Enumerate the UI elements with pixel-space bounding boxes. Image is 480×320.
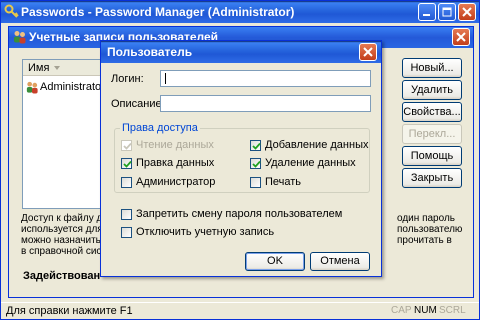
main-close-button[interactable] (458, 3, 476, 21)
add-data-checkbox[interactable]: Добавление данных (250, 139, 368, 151)
checkbox-box (121, 139, 132, 151)
info-right: один пароль пользователю прочитать в (397, 213, 462, 246)
administrator-checkbox[interactable]: Администратор (121, 176, 215, 188)
description-label: Описание: (111, 98, 165, 110)
checkmark-icon (252, 160, 261, 168)
close-icon (456, 32, 466, 42)
info-line: прочитать в (397, 235, 452, 246)
users-icon (26, 81, 38, 94)
checkmark-icon (252, 142, 261, 150)
checkbox-box (121, 226, 132, 238)
cap-indicator: CAP (391, 305, 412, 316)
list-item[interactable]: Administrator (25, 80, 105, 94)
add-data-label: Добавление данных (265, 139, 369, 151)
disable-account-label: Отключить учетную запись (136, 226, 275, 238)
num-indicator: NUM (414, 305, 437, 316)
checkbox-box (250, 157, 261, 169)
info-line: один пароль (397, 213, 455, 224)
minimize-button[interactable] (418, 3, 436, 21)
info-line: пользователю (397, 224, 463, 235)
column-name-label: Имя (28, 62, 50, 74)
list-column-header[interactable]: Имя (23, 60, 106, 76)
scrl-indicator: SCRL (439, 305, 466, 316)
checkbox-box (121, 208, 132, 220)
delete-user-button[interactable]: Удалить (402, 80, 462, 100)
checkbox-box (121, 176, 132, 188)
checkmark-icon (123, 142, 132, 150)
checkmark-icon (123, 160, 132, 168)
description-input[interactable] (160, 95, 371, 112)
sort-arrow-icon (54, 66, 60, 70)
administrator-label: Администратор (136, 176, 216, 188)
ok-button[interactable]: OK (245, 252, 305, 271)
main-titlebar[interactable]: Passwords - Password Manager (Administra… (1, 1, 479, 23)
user-dialog: Пользователь Логин: Описание: Права дост… (100, 40, 382, 277)
accounts-close-button[interactable] (452, 28, 470, 46)
minimize-icon (423, 14, 430, 16)
status-text: Задействован - (23, 270, 107, 282)
no-password-change-checkbox[interactable]: Запретить смену пароля пользователем (121, 208, 342, 220)
maximize-icon (442, 7, 452, 17)
login-input[interactable] (160, 70, 371, 87)
edit-data-label: Правка данных (136, 157, 215, 169)
main-window-title: Passwords - Password Manager (Administra… (21, 5, 295, 19)
checkbox-box (250, 139, 261, 151)
properties-button[interactable]: Свойства... (402, 102, 462, 122)
read-data-checkbox[interactable]: Чтение данных (121, 139, 214, 151)
checkbox-box (250, 176, 261, 188)
maximize-button[interactable] (438, 3, 456, 21)
delete-data-label: Удаление данных (265, 157, 356, 169)
list-item-label: Administrator (40, 81, 105, 93)
user-dialog-close-button[interactable] (359, 43, 377, 61)
rename-button[interactable]: Перекл... (402, 124, 462, 144)
edit-data-checkbox[interactable]: Правка данных (121, 157, 214, 169)
disable-account-checkbox[interactable]: Отключить учетную запись (121, 226, 274, 238)
status-bar: Для справки нажмите F1 CAP NUM SCRL (1, 302, 479, 319)
cancel-button[interactable]: Отмена (310, 252, 370, 271)
no-password-change-label: Запретить смену пароля пользователем (136, 208, 343, 220)
new-user-button[interactable]: Новый... (402, 58, 462, 78)
delete-data-checkbox[interactable]: Удаление данных (250, 157, 356, 169)
read-data-label: Чтение данных (136, 139, 214, 151)
user-dialog-title: Пользователь (107, 45, 193, 59)
help-hint: Для справки нажмите F1 (6, 305, 133, 317)
close-dialog-button[interactable]: Закрыть (402, 168, 462, 188)
login-label: Логин: (111, 73, 144, 85)
access-rights-label: Права доступа (120, 122, 200, 134)
text-caret (165, 73, 166, 84)
users-list[interactable]: Имя Administrator (22, 59, 107, 209)
key-ring-icon (4, 4, 19, 18)
print-label: Печать (265, 176, 302, 188)
help-button[interactable]: Помощь (402, 146, 462, 166)
print-checkbox[interactable]: Печать (250, 176, 301, 188)
users-icon (14, 31, 26, 44)
checkbox-box (121, 157, 132, 169)
close-icon (462, 7, 472, 17)
close-icon (363, 47, 373, 57)
user-dialog-titlebar[interactable]: Пользователь (101, 41, 381, 63)
